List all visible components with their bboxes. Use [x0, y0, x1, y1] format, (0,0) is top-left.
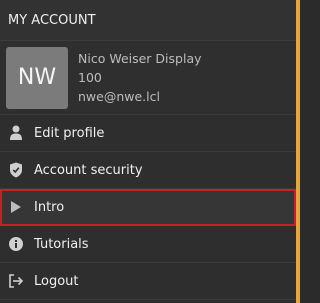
shield-icon	[8, 162, 24, 178]
play-icon	[8, 199, 24, 215]
info-icon	[8, 236, 24, 252]
menu-label: Account security	[34, 162, 143, 178]
logout-icon	[8, 273, 24, 289]
menu-label: Edit profile	[34, 125, 105, 141]
avatar: NW	[6, 46, 68, 109]
profile-email: nwe@nwe.lcl	[78, 89, 160, 104]
menu-item-tutorials[interactable]: Tutorials	[0, 226, 296, 263]
user-icon	[8, 125, 24, 141]
avatar-initials: NW	[17, 65, 57, 90]
account-panel: MY ACCOUNT NW Nico Weiser Display 100 nw…	[0, 0, 300, 303]
menu-item-intro[interactable]: Intro	[0, 189, 296, 226]
menu-item-account-security[interactable]: Account security	[0, 152, 296, 189]
account-menu: Edit profile Account security Intro Tuto…	[0, 115, 296, 300]
profile-name: Nico Weiser Display	[78, 51, 202, 66]
menu-item-edit-profile[interactable]: Edit profile	[0, 115, 296, 152]
profile-details: Nico Weiser Display 100 nwe@nwe.lcl	[78, 49, 202, 106]
account-header: MY ACCOUNT	[0, 0, 296, 41]
menu-item-logout[interactable]: Logout	[0, 263, 296, 300]
panel-title: MY ACCOUNT	[8, 12, 96, 28]
menu-label: Logout	[34, 273, 79, 289]
menu-label: Tutorials	[34, 236, 89, 252]
profile-card: NW Nico Weiser Display 100 nwe@nwe.lcl	[0, 41, 296, 115]
profile-id: 100	[78, 70, 102, 85]
menu-label: Intro	[34, 199, 65, 215]
